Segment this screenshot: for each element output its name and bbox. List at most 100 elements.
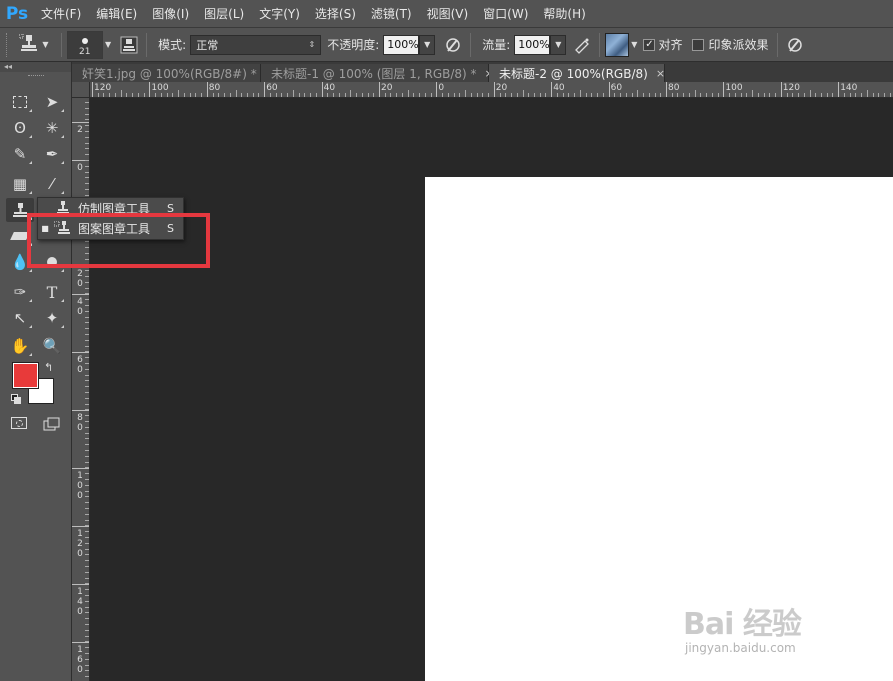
ruler-minor-tick bbox=[597, 93, 599, 97]
ruler-minor-tick bbox=[769, 93, 771, 97]
brush-tool[interactable]: ⁄ bbox=[38, 172, 66, 196]
foreground-color-swatch[interactable] bbox=[13, 363, 38, 388]
ruler-minor-tick bbox=[717, 93, 719, 97]
zoom-tool[interactable]: 🔍 bbox=[38, 334, 66, 358]
swap-colors-icon[interactable]: ↰ bbox=[44, 361, 53, 374]
watermark-url: jingyan.baidu.com bbox=[685, 641, 796, 655]
ruler-minor-tick bbox=[683, 93, 685, 97]
tab-document-1[interactable]: 奸笑1.jpg @ 100%(RGB/8#) * × bbox=[72, 64, 274, 82]
ruler-minor-tick bbox=[218, 93, 220, 97]
ruler-minor-tick bbox=[85, 548, 89, 550]
pattern-picker[interactable] bbox=[605, 32, 630, 57]
ruler-origin[interactable] bbox=[72, 82, 90, 98]
ruler-major-tick bbox=[149, 82, 151, 97]
pen-tool[interactable]: ✑ bbox=[6, 280, 34, 304]
menu-edit[interactable]: 编辑(E) bbox=[89, 0, 145, 28]
ruler-minor-tick bbox=[109, 93, 111, 97]
ruler-minor-tick bbox=[85, 647, 89, 649]
ruler-minor-tick bbox=[424, 93, 426, 97]
ruler-minor-tick bbox=[310, 93, 312, 97]
ruler-label: 80 bbox=[208, 83, 221, 93]
marquee-tool[interactable] bbox=[6, 90, 34, 114]
ruler-minor-tick bbox=[85, 583, 89, 585]
chevron-down-icon[interactable]: ▼ bbox=[105, 40, 111, 49]
flow-dropdown[interactable]: ▼ bbox=[550, 34, 567, 55]
ruler-label: 2 bbox=[77, 125, 83, 135]
menu-window[interactable]: 窗口(W) bbox=[476, 0, 536, 28]
brush-preset-picker[interactable]: 21 bbox=[67, 30, 103, 59]
ruler-minor-tick bbox=[413, 93, 415, 97]
ruler-minor-tick bbox=[85, 403, 89, 405]
hand-tool[interactable]: ✋ bbox=[6, 334, 34, 358]
ruler-minor-tick bbox=[815, 93, 817, 97]
aligned-checkbox[interactable]: ✓ bbox=[643, 38, 656, 51]
opacity-input[interactable]: 100% bbox=[383, 34, 420, 55]
ruler-minor-tick bbox=[85, 276, 89, 277]
menu-help[interactable]: 帮助(H) bbox=[536, 0, 593, 28]
tab-document-3[interactable]: 未标题-2 @ 100%(RGB/8) × bbox=[489, 64, 665, 82]
impressionist-checkbox[interactable] bbox=[692, 38, 705, 51]
ruler-label: 6 0 bbox=[77, 355, 83, 375]
opacity-dropdown[interactable]: ▼ bbox=[419, 34, 436, 55]
ruler-minor-tick bbox=[85, 479, 89, 480]
ruler-minor-tick bbox=[333, 93, 335, 97]
eyedropper-tool[interactable]: ✒ bbox=[38, 142, 66, 166]
ruler-minor-tick bbox=[488, 93, 490, 97]
zoom-icon: 🔍 bbox=[42, 337, 62, 355]
pressure-size-button[interactable] bbox=[783, 33, 807, 57]
menu-layer[interactable]: 图层(L) bbox=[197, 0, 252, 28]
menu-type[interactable]: 文字(Y) bbox=[252, 0, 308, 28]
ruler-minor-tick bbox=[85, 531, 89, 533]
quick-mask-icon[interactable] bbox=[11, 417, 27, 429]
ruler-label: 20 bbox=[495, 83, 508, 93]
vertical-ruler[interactable]: 2002 04 06 08 01 0 01 2 01 4 01 6 0 bbox=[72, 98, 90, 681]
custom-shape-tool[interactable]: ✦ bbox=[38, 306, 66, 330]
ruler-minor-tick bbox=[103, 93, 105, 97]
airbrush-icon bbox=[575, 38, 590, 54]
default-colors-icon[interactable] bbox=[11, 394, 21, 404]
ruler-label: 120 bbox=[782, 83, 800, 93]
ruler-minor-tick bbox=[620, 93, 622, 97]
ruler-minor-tick bbox=[178, 90, 180, 97]
path-selection-tool[interactable]: ↖ bbox=[6, 306, 34, 330]
clone-source-panel-button[interactable] bbox=[117, 33, 141, 57]
tab-document-2[interactable]: 未标题-1 @ 100% (图层 1, RGB/8) * × bbox=[261, 64, 494, 82]
menu-image[interactable]: 图像(I) bbox=[145, 0, 197, 28]
ruler-minor-tick bbox=[643, 93, 645, 97]
flow-input[interactable]: 100% bbox=[514, 34, 551, 55]
chevron-down-icon[interactable]: ▼ bbox=[631, 40, 637, 49]
opacity-label: 不透明度: bbox=[327, 38, 380, 52]
ruler-minor-tick bbox=[482, 93, 484, 97]
menu-filter[interactable]: 滤镜(T) bbox=[364, 0, 420, 28]
ruler-minor-tick bbox=[528, 93, 530, 97]
menu-view[interactable]: 视图(V) bbox=[420, 0, 477, 28]
close-icon[interactable]: × bbox=[656, 67, 665, 80]
airbrush-button[interactable] bbox=[570, 33, 594, 57]
menu-file[interactable]: 文件(F) bbox=[34, 0, 89, 28]
lasso-tool[interactable]: ʘ bbox=[6, 116, 34, 140]
baidu-watermark: Bai 经验 jingyan.baidu.com bbox=[683, 585, 883, 665]
type-tool[interactable]: T bbox=[38, 280, 66, 304]
ruler-minor-tick bbox=[212, 93, 214, 97]
collapse-panel-button[interactable]: ◂◂ bbox=[0, 62, 71, 72]
menu-select[interactable]: 选择(S) bbox=[308, 0, 364, 28]
screen-mode-icon[interactable] bbox=[43, 417, 61, 431]
ruler-minor-tick bbox=[872, 93, 874, 97]
tab-label: 未标题-2 @ 100%(RGB/8) bbox=[499, 66, 648, 81]
blend-mode-select[interactable]: 正常 ⇕ bbox=[190, 34, 322, 55]
healing-brush-tool[interactable]: ▦ bbox=[6, 172, 34, 196]
ruler-minor-tick bbox=[85, 635, 89, 637]
ruler-label: 0 bbox=[77, 163, 83, 173]
ruler-minor-tick bbox=[384, 93, 386, 97]
ruler-major-tick bbox=[379, 82, 380, 97]
pressure-opacity-button[interactable] bbox=[441, 33, 465, 57]
ruler-minor-tick bbox=[855, 93, 857, 97]
magic-wand-tool[interactable]: ✳ bbox=[38, 116, 66, 140]
tool-preset-picker[interactable]: ▼ bbox=[12, 32, 56, 58]
horizontal-ruler[interactable]: 120 100 80 60 40 20 0 20 40 60 80 100 120 140 bbox=[90, 82, 893, 98]
crop-tool[interactable]: ✎ bbox=[6, 142, 34, 166]
ruler-minor-tick bbox=[700, 93, 702, 97]
ruler-minor-tick bbox=[137, 93, 139, 97]
move-icon: ➤ bbox=[45, 93, 59, 111]
move-tool[interactable]: ➤ bbox=[38, 90, 66, 114]
